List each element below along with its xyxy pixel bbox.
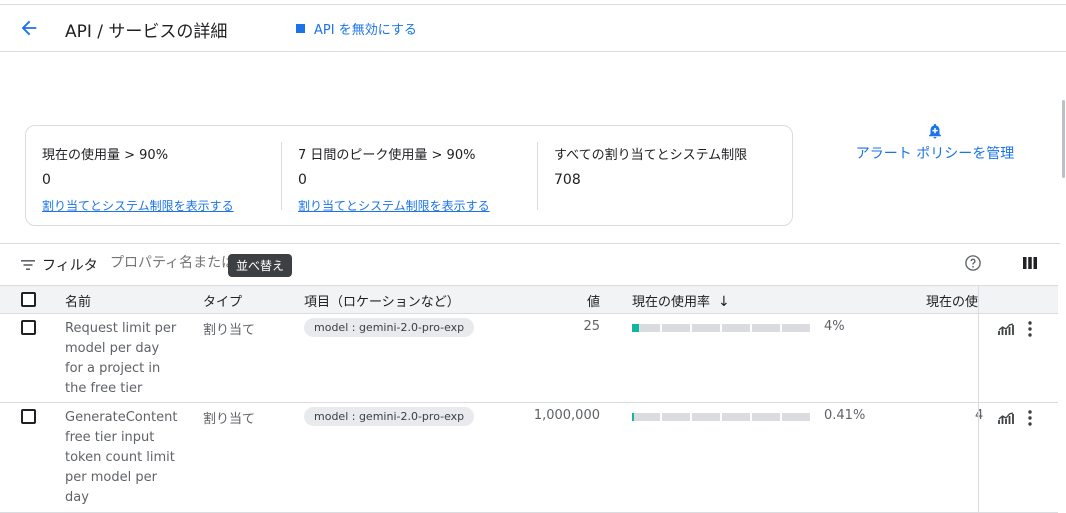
sticky-column-divider: [978, 286, 979, 313]
more-vert-icon[interactable]: [1024, 409, 1036, 427]
back-arrow-icon[interactable]: [18, 17, 40, 39]
column-header-dimension[interactable]: 項目（ロケーションなど）: [304, 291, 460, 310]
metric-peak-usage: 7 日間のピーク使用量 > 90% 0 割り当てとシステム制限を表示する: [298, 144, 490, 214]
quota-value: 25: [583, 319, 600, 334]
sort-tooltip: 並べ替え: [228, 254, 293, 277]
metric-current-usage: 現在の使用量 > 90% 0 割り当てとシステム制限を表示する: [42, 144, 234, 214]
help-icon[interactable]: [964, 254, 982, 272]
dimension-chip: model : gemini-2.0-pro-exp: [304, 318, 475, 337]
metric-label: 現在の使用量 > 90%: [42, 148, 169, 163]
column-display-icon[interactable]: [1022, 256, 1038, 270]
more-vert-icon[interactable]: [1024, 320, 1036, 338]
view-quotas-link[interactable]: 割り当てとシステム制限を表示する: [42, 197, 234, 214]
manage-alert-policy-button[interactable]: アラート ポリシーを管理: [855, 122, 1015, 163]
usage-bar: [632, 324, 812, 332]
select-all-checkbox[interactable]: [21, 292, 36, 307]
filter-icon[interactable]: [20, 258, 36, 272]
metric-value: 0: [298, 172, 307, 188]
current-usage-cell: 4: [975, 408, 984, 423]
page-title: API / サービスの詳細: [65, 22, 228, 42]
sticky-column-divider: [978, 314, 979, 402]
sort-descending-icon: ↓: [718, 294, 730, 310]
metric-label: すべての割り当てとシステム制限: [554, 148, 748, 163]
column-header-type[interactable]: タイプ: [203, 291, 242, 310]
metric-value: 0: [42, 172, 51, 188]
usage-summary-card: 現在の使用量 > 90% 0 割り当てとシステム制限を表示する 7 日間のピーク…: [25, 125, 793, 226]
filter-label[interactable]: フィルタ: [42, 255, 98, 275]
view-quotas-link[interactable]: 割り当てとシステム制限を表示する: [298, 197, 490, 214]
page-scrollbar[interactable]: [1062, 100, 1065, 178]
table-header: 名前 タイプ 項目（ロケーションなど） 値 現在の使用率 ↓ 現在の使: [0, 285, 1058, 314]
column-header-value[interactable]: 値: [587, 291, 600, 310]
quota-name: GenerateContent free tier input token co…: [65, 410, 178, 505]
column-header-usage-rate[interactable]: 現在の使用率 ↓: [632, 291, 730, 310]
table-row: Request limit per model per day for a pr…: [0, 314, 1058, 403]
quota-value: 1,000,000: [533, 408, 600, 423]
row-checkbox[interactable]: [21, 409, 36, 424]
usage-percent: 4%: [824, 319, 845, 334]
monitoring-chart-icon[interactable]: [998, 322, 1014, 336]
add-alert-icon: [929, 123, 941, 139]
filter-bar: フィルタ: [0, 243, 1060, 285]
table-row: GenerateContent free tier input token co…: [0, 403, 1058, 513]
quota-type: 割り当て: [203, 323, 256, 338]
filter-input[interactable]: [110, 255, 230, 271]
quota-name: Request limit per model per day for a pr…: [65, 321, 177, 396]
column-header-usage-rate-label: 現在の使用率: [632, 295, 711, 310]
metric-value: 708: [554, 172, 581, 188]
column-header-name[interactable]: 名前: [65, 291, 91, 310]
stop-icon: [296, 24, 305, 33]
alert-policy-label: アラート ポリシーを管理: [855, 146, 1015, 162]
metric-divider: [537, 142, 538, 210]
page-header: API / サービスの詳細 API を無効にする: [0, 5, 1066, 52]
sticky-column-divider: [978, 403, 979, 512]
disable-api-button[interactable]: API を無効にする: [296, 19, 417, 38]
metric-label: 7 日間のピーク使用量 > 90%: [298, 148, 476, 163]
usage-bar: [632, 413, 812, 421]
metric-divider: [281, 142, 282, 210]
column-header-usage[interactable]: 現在の使: [926, 291, 978, 310]
disable-api-label: API を無効にする: [314, 23, 417, 38]
dimension-chip: model : gemini-2.0-pro-exp: [304, 407, 475, 426]
usage-percent: 0.41%: [824, 408, 866, 423]
metric-all-quotas: すべての割り当てとシステム制限 708: [554, 144, 747, 188]
row-checkbox[interactable]: [21, 320, 36, 335]
monitoring-chart-icon[interactable]: [998, 411, 1014, 425]
usage-bar-fill: [632, 324, 640, 332]
usage-bar-fill: [632, 413, 634, 421]
quota-type: 割り当て: [203, 412, 256, 427]
